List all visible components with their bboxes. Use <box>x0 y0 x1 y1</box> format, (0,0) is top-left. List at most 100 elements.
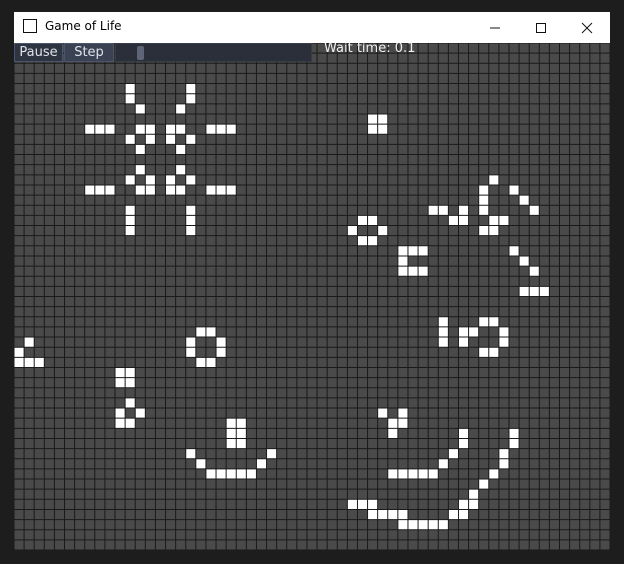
live-cell[interactable] <box>458 205 469 216</box>
live-cell[interactable] <box>226 418 237 429</box>
live-cell[interactable] <box>115 408 126 419</box>
live-cell[interactable] <box>125 418 136 429</box>
live-cell[interactable] <box>125 93 136 104</box>
live-cell[interactable] <box>104 184 116 196</box>
live-cell[interactable] <box>226 184 237 196</box>
live-cell[interactable] <box>216 337 227 348</box>
live-cell[interactable] <box>478 184 489 196</box>
live-cell[interactable] <box>519 195 530 206</box>
live-cell[interactable] <box>508 428 520 439</box>
live-cell[interactable] <box>448 215 459 226</box>
live-cell[interactable] <box>478 316 489 327</box>
live-cell[interactable] <box>175 103 186 114</box>
live-cell[interactable] <box>216 184 227 196</box>
live-cell[interactable] <box>377 509 388 520</box>
live-cell[interactable] <box>488 174 499 185</box>
live-cell[interactable] <box>367 113 378 125</box>
live-cell[interactable] <box>478 479 489 490</box>
live-cell[interactable] <box>458 428 469 439</box>
live-cell[interactable] <box>226 438 237 449</box>
live-cell[interactable] <box>458 499 469 510</box>
live-cell[interactable] <box>367 124 378 135</box>
live-cell[interactable] <box>125 205 136 216</box>
live-cell[interactable] <box>397 255 408 267</box>
live-cell[interactable] <box>94 184 105 196</box>
pause-button[interactable]: Pause <box>14 43 63 62</box>
title-bar[interactable]: Game of Life <box>14 12 610 43</box>
live-cell[interactable] <box>236 418 247 429</box>
live-cell[interactable] <box>135 144 146 155</box>
close-button[interactable] <box>564 12 610 43</box>
live-cell[interactable] <box>387 509 398 520</box>
live-cell[interactable] <box>236 428 247 439</box>
live-cell[interactable] <box>84 184 95 196</box>
live-cell[interactable] <box>508 184 520 196</box>
live-cell[interactable] <box>145 134 156 145</box>
live-cell[interactable] <box>468 326 479 338</box>
live-cell[interactable] <box>488 225 499 236</box>
maximize-button[interactable] <box>518 12 564 43</box>
minimize-button[interactable] <box>472 12 518 43</box>
wait-time-slider[interactable] <box>115 43 312 62</box>
live-cell[interactable] <box>185 93 196 104</box>
live-cell[interactable] <box>216 347 227 358</box>
live-cell[interactable] <box>125 134 136 145</box>
live-cell[interactable] <box>175 144 186 155</box>
live-cell[interactable] <box>438 326 449 338</box>
live-cell[interactable] <box>357 235 368 246</box>
live-cell[interactable] <box>397 266 408 277</box>
live-cell[interactable] <box>438 337 449 348</box>
live-cell[interactable] <box>135 408 146 419</box>
live-cell[interactable] <box>185 215 196 226</box>
live-cell[interactable] <box>185 347 196 358</box>
live-cell[interactable] <box>498 458 509 469</box>
live-cell[interactable] <box>104 124 116 135</box>
live-cell[interactable] <box>24 357 35 368</box>
live-cell[interactable] <box>438 519 449 530</box>
live-cell[interactable] <box>145 174 156 185</box>
live-cell[interactable] <box>498 215 509 226</box>
live-cell[interactable] <box>458 509 469 520</box>
live-cell[interactable] <box>428 519 439 530</box>
live-cell[interactable] <box>367 499 378 510</box>
live-cell[interactable] <box>519 255 530 267</box>
live-cell[interactable] <box>175 124 186 135</box>
live-cell[interactable] <box>478 205 489 216</box>
live-cell[interactable] <box>165 134 176 145</box>
live-cell[interactable] <box>266 448 277 459</box>
live-cell[interactable] <box>165 184 176 196</box>
live-cell[interactable] <box>226 468 237 480</box>
live-cell[interactable] <box>498 326 509 338</box>
live-cell[interactable] <box>508 245 520 256</box>
live-cell[interactable] <box>397 519 408 530</box>
live-cell[interactable] <box>387 428 398 439</box>
live-cell[interactable] <box>165 174 176 185</box>
live-cell[interactable] <box>24 337 35 348</box>
live-cell[interactable] <box>478 225 489 236</box>
live-cell[interactable] <box>357 215 368 226</box>
live-cell[interactable] <box>377 124 388 135</box>
live-cell[interactable] <box>185 205 196 216</box>
live-cell[interactable] <box>478 347 489 358</box>
live-cell[interactable] <box>175 184 186 196</box>
live-cell[interactable] <box>539 286 550 297</box>
live-cell[interactable] <box>438 205 449 216</box>
live-cell[interactable] <box>205 468 217 480</box>
live-cell[interactable] <box>195 326 206 338</box>
live-cell[interactable] <box>407 266 419 277</box>
live-cell[interactable] <box>418 468 429 480</box>
live-cell[interactable] <box>185 225 196 236</box>
live-cell[interactable] <box>377 408 388 419</box>
live-cell[interactable] <box>529 286 540 297</box>
live-cell[interactable] <box>165 124 176 135</box>
live-cell[interactable] <box>508 438 520 449</box>
live-cell[interactable] <box>236 468 247 480</box>
live-cell[interactable] <box>397 418 408 429</box>
live-cell[interactable] <box>205 326 217 338</box>
live-cell[interactable] <box>407 468 419 480</box>
live-cell[interactable] <box>125 377 136 388</box>
live-cell[interactable] <box>185 83 196 94</box>
live-cell[interactable] <box>125 83 136 94</box>
live-cell[interactable] <box>115 418 126 429</box>
live-cell[interactable] <box>488 468 499 480</box>
